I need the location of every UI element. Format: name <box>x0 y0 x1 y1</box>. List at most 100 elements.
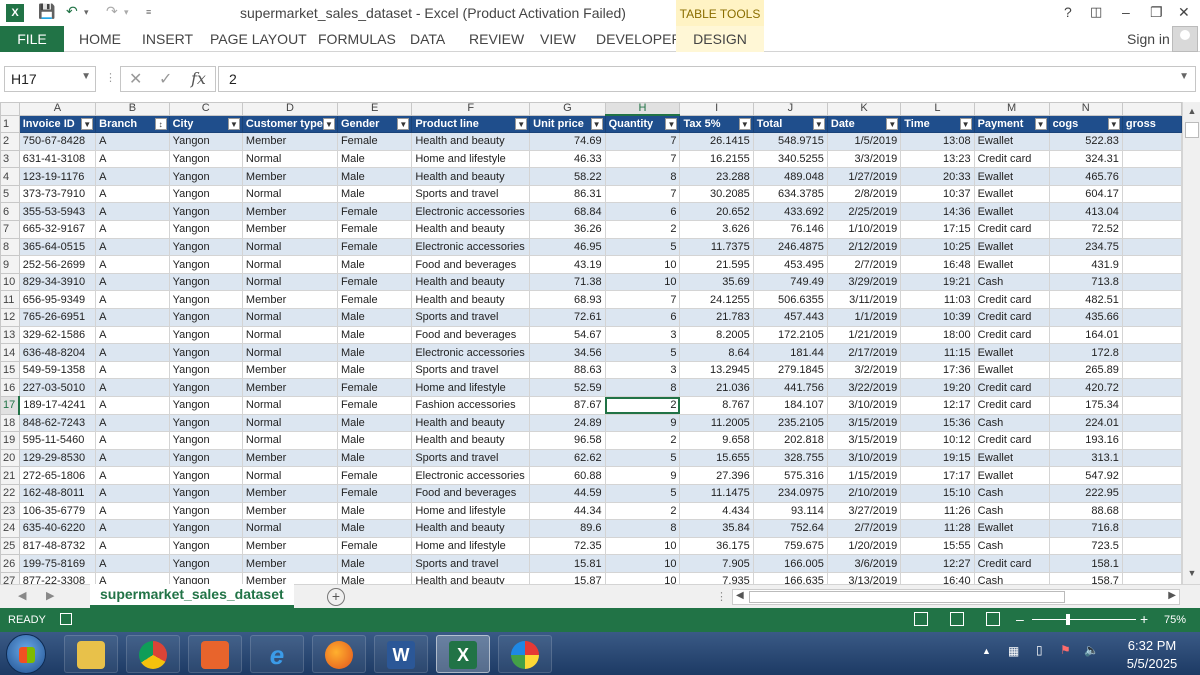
row-header[interactable]: 16 <box>0 378 20 397</box>
table-cell[interactable]: 713.8 <box>1048 272 1123 292</box>
table-header-cell[interactable]: Date ▼ <box>826 114 902 134</box>
table-cell[interactable] <box>1121 396 1182 415</box>
table-cell[interactable]: Yangon <box>168 554 243 573</box>
tab-design[interactable]: DESIGN <box>676 26 764 52</box>
table-cell[interactable]: Yangon <box>168 272 243 292</box>
table-cell[interactable]: 3 <box>604 325 681 345</box>
table-cell[interactable]: 10 <box>604 272 681 292</box>
table-cell[interactable]: Ewallet <box>973 132 1050 151</box>
table-cell[interactable]: 441.756 <box>752 378 828 397</box>
table-cell[interactable]: 88.63 <box>529 360 606 380</box>
table-cell[interactable]: Health and beauty <box>411 272 531 292</box>
undo-icon[interactable]: ↶ <box>66 3 78 20</box>
chevron-down-icon[interactable]: ▼ <box>81 71 91 82</box>
table-cell[interactable]: 8.64 <box>679 343 754 362</box>
table-cell[interactable] <box>1121 466 1182 485</box>
table-cell[interactable]: Member <box>241 571 338 584</box>
table-cell[interactable]: Yangon <box>168 536 243 556</box>
table-header-cell[interactable]: City ▼ <box>168 114 243 134</box>
table-cell[interactable]: 1/27/2019 <box>826 167 902 186</box>
table-cell[interactable]: Member <box>241 378 338 397</box>
add-sheet-button[interactable]: + <box>327 588 345 606</box>
table-cell[interactable]: 3/22/2019 <box>826 378 902 397</box>
table-cell[interactable]: 453.495 <box>752 255 828 274</box>
table-cell[interactable]: 848-62-7243 <box>18 413 97 433</box>
column-header[interactable]: A <box>18 102 97 116</box>
table-cell[interactable]: A <box>95 466 170 485</box>
table-cell[interactable]: Yangon <box>168 448 243 468</box>
table-header-cell[interactable]: cogs ▼ <box>1048 114 1123 134</box>
row-header[interactable]: 5 <box>0 184 20 204</box>
select-all-corner[interactable] <box>0 102 20 116</box>
table-cell[interactable] <box>1121 184 1182 204</box>
table-cell[interactable]: Yangon <box>168 255 243 274</box>
table-cell[interactable]: 10 <box>604 554 681 573</box>
table-cell[interactable]: 11:28 <box>900 519 975 538</box>
tab-review[interactable]: REVIEW <box>469 31 524 47</box>
table-cell[interactable]: 506.6355 <box>752 290 828 310</box>
table-cell[interactable]: 21.036 <box>679 378 754 397</box>
table-cell[interactable]: Health and beauty <box>411 413 531 433</box>
table-cell[interactable] <box>1121 448 1182 468</box>
customize-qat-icon[interactable]: ≡ <box>146 7 151 17</box>
table-cell[interactable]: Male <box>336 571 413 584</box>
filter-dropdown-icon[interactable]: ▼ <box>1034 117 1047 130</box>
table-cell[interactable]: 11.2005 <box>679 413 754 433</box>
table-cell[interactable]: Female <box>336 466 413 485</box>
column-header[interactable]: C <box>168 102 243 116</box>
table-cell[interactable]: 35.69 <box>679 272 754 292</box>
table-cell[interactable]: Ewallet <box>973 360 1050 380</box>
table-cell[interactable]: 635-40-6220 <box>18 519 97 538</box>
tab-page-layout[interactable]: PAGE LAYOUT <box>210 31 307 47</box>
table-cell[interactable]: 15.87 <box>529 571 606 584</box>
table-cell[interactable]: 158.7 <box>1048 571 1123 584</box>
table-cell[interactable]: 3/15/2019 <box>826 431 902 450</box>
scrollbar-thumb[interactable] <box>749 591 1065 603</box>
column-header[interactable]: B <box>95 102 170 116</box>
table-cell[interactable]: 6 <box>604 308 681 327</box>
table-cell[interactable]: 482.51 <box>1048 290 1123 310</box>
table-cell[interactable]: 5 <box>604 483 681 503</box>
table-cell[interactable]: 723.5 <box>1048 536 1123 556</box>
table-cell[interactable]: 10:39 <box>900 308 975 327</box>
tab-file[interactable]: FILE <box>0 26 64 52</box>
battery-icon[interactable]: ▯ <box>1036 643 1043 657</box>
insert-function-button[interactable]: fx <box>191 69 206 88</box>
table-cell[interactable]: 86.31 <box>529 184 606 204</box>
table-cell[interactable]: Cash <box>973 483 1050 503</box>
table-cell[interactable]: A <box>95 132 170 151</box>
table-cell[interactable]: 1/15/2019 <box>826 466 902 485</box>
table-cell[interactable]: 355-53-5943 <box>18 202 97 222</box>
table-cell[interactable]: 313.1 <box>1048 448 1123 468</box>
table-cell[interactable]: 465.76 <box>1048 167 1123 186</box>
table-cell[interactable]: 172.2105 <box>752 325 828 345</box>
table-cell[interactable]: 8 <box>604 378 681 397</box>
ribbon-display-options-icon[interactable]: ◫ <box>1090 4 1102 20</box>
filter-dropdown-icon[interactable]: ▼ <box>738 117 751 130</box>
table-cell[interactable]: 46.33 <box>529 149 606 169</box>
table-cell[interactable]: 2/10/2019 <box>826 483 902 503</box>
table-cell[interactable]: Electronic accessories <box>411 343 531 362</box>
table-cell[interactable]: 15.655 <box>679 448 754 468</box>
table-header-cell[interactable]: gross <box>1121 114 1182 134</box>
table-cell[interactable]: Member <box>241 554 338 573</box>
table-cell[interactable]: A <box>95 360 170 380</box>
table-cell[interactable]: 765-26-6951 <box>18 308 97 327</box>
table-cell[interactable]: 21.783 <box>679 308 754 327</box>
table-cell[interactable]: 328.755 <box>752 448 828 468</box>
table-cell[interactable]: Male <box>336 325 413 345</box>
table-cell[interactable]: Member <box>241 448 338 468</box>
table-cell[interactable]: 3/2/2019 <box>826 360 902 380</box>
table-cell[interactable]: 164.01 <box>1048 325 1123 345</box>
table-cell[interactable]: 16:48 <box>900 255 975 274</box>
table-cell[interactable]: 2/17/2019 <box>826 343 902 362</box>
table-cell[interactable]: 21.595 <box>679 255 754 274</box>
table-cell[interactable]: Cash <box>973 571 1050 584</box>
table-cell[interactable]: 123-19-1176 <box>18 167 97 186</box>
row-header[interactable]: 18 <box>0 413 20 433</box>
table-cell[interactable] <box>1121 554 1182 573</box>
table-cell[interactable]: 34.56 <box>529 343 606 362</box>
table-cell[interactable]: Female <box>336 237 413 257</box>
table-cell[interactable]: Female <box>336 483 413 503</box>
scroll-right-icon[interactable]: ▶ <box>1168 590 1176 601</box>
